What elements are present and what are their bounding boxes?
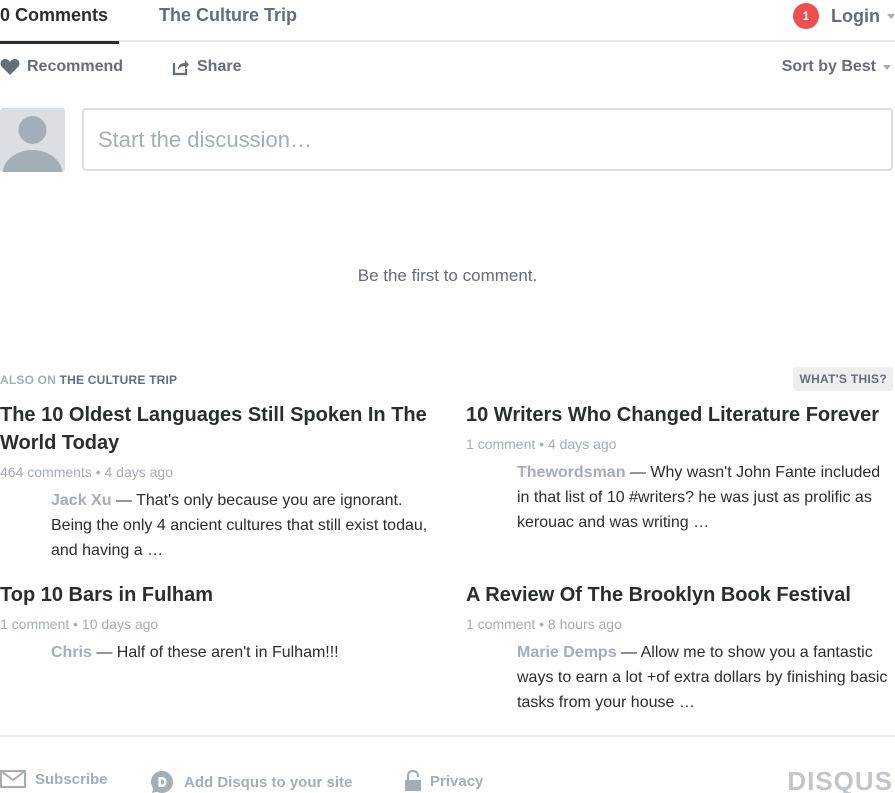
subscribe-label: Subscribe <box>35 770 108 788</box>
top-nav: 0 Comments The Culture Trip 1 Login <box>0 0 895 44</box>
recommendation-excerpt[interactable]: Jack Xu — That's only because you are ig… <box>0 488 430 563</box>
login-menu[interactable]: 1 Login <box>793 2 895 30</box>
disqus-logo[interactable]: DISQUS <box>787 766 893 793</box>
recommendation-title[interactable]: Top 10 Bars in Fulham <box>0 581 430 609</box>
share-label: Share <box>197 58 242 75</box>
comment-author: Jack Xu <box>51 492 112 509</box>
recommendation-item[interactable]: 10 Writers Who Changed Literature Foreve… <box>466 401 895 535</box>
comment-text: — Half of these aren't in Fulham!!! <box>91 644 339 661</box>
share-icon <box>172 60 189 76</box>
comment-input[interactable] <box>84 110 891 169</box>
comment-author: Thewordsman <box>517 464 626 481</box>
sort-label: Sort by Best <box>781 58 876 75</box>
login-label[interactable]: Login <box>831 6 880 27</box>
avatar <box>0 108 65 172</box>
tab-comments[interactable]: 0 Comments <box>0 4 119 44</box>
recommendation-meta: 464 comments • 4 days ago <box>0 464 173 480</box>
chevron-down-icon <box>887 13 895 19</box>
privacy-link[interactable]: Privacy <box>404 770 483 792</box>
recommendation-title[interactable]: A Review Of The Brooklyn Book Festival <box>466 581 895 609</box>
recommendation-item[interactable]: A Review Of The Brooklyn Book Festival 1… <box>466 581 895 715</box>
recommendation-meta: 1 comment • 8 hours ago <box>466 616 622 632</box>
recommendation-title[interactable]: The 10 Oldest Languages Still Spoken In … <box>0 401 430 457</box>
recommendation-excerpt[interactable]: Chris — Half of these aren't in Fulham!!… <box>0 640 430 665</box>
comment-author: Marie Demps <box>517 644 617 661</box>
discussion-toolbar: Recommend Share Sort by Best <box>0 56 895 80</box>
footer: Subscribe Add Disqus to your site Privac… <box>0 735 895 793</box>
recommendation-item[interactable]: Top 10 Bars in Fulham 1 comment • 10 day… <box>0 581 430 665</box>
also-on-header: ALSO ON THE CULTURE TRIP <box>0 373 177 387</box>
whats-this-button[interactable]: WHAT'S THIS? <box>793 367 893 391</box>
add-disqus-label: Add Disqus to your site <box>184 773 353 791</box>
empty-state-message: Be the first to comment. <box>357 266 538 285</box>
add-disqus-link[interactable]: Add Disqus to your site <box>150 770 352 793</box>
comment-composer[interactable] <box>82 108 893 171</box>
recommendation-meta: 1 comment • 4 days ago <box>466 436 617 452</box>
also-on-site[interactable]: THE CULTURE TRIP <box>60 373 178 387</box>
sort-dropdown[interactable]: Sort by Best <box>782 56 891 78</box>
recommendation-excerpt[interactable]: Thewordsman — Why wasn't John Fante incl… <box>466 460 895 535</box>
recommendation-excerpt[interactable]: Marie Demps — Allow me to show you a fan… <box>466 640 895 715</box>
recommendation-meta: 1 comment • 10 days ago <box>0 616 159 632</box>
comment-author: Chris <box>51 644 92 661</box>
share-button[interactable]: Share <box>172 56 241 78</box>
notification-badge[interactable]: 1 <box>793 3 820 29</box>
privacy-label: Privacy <box>430 772 484 790</box>
recommendation-title[interactable]: 10 Writers Who Changed Literature Foreve… <box>466 401 895 429</box>
disqus-d-icon <box>151 771 173 793</box>
recommend-label: Recommend <box>27 58 124 75</box>
subscribe-link[interactable]: Subscribe <box>0 770 108 788</box>
heart-icon <box>0 59 20 75</box>
user-avatar-icon <box>2 116 63 172</box>
envelope-icon <box>0 770 26 788</box>
chevron-down-icon <box>883 64 891 70</box>
recommendation-item[interactable]: The 10 Oldest Languages Still Spoken In … <box>0 401 430 563</box>
tab-site[interactable]: The Culture Trip <box>159 4 297 42</box>
recommend-button[interactable]: Recommend <box>0 56 123 78</box>
also-on-prefix: ALSO ON <box>0 373 57 387</box>
lock-icon <box>405 770 421 791</box>
